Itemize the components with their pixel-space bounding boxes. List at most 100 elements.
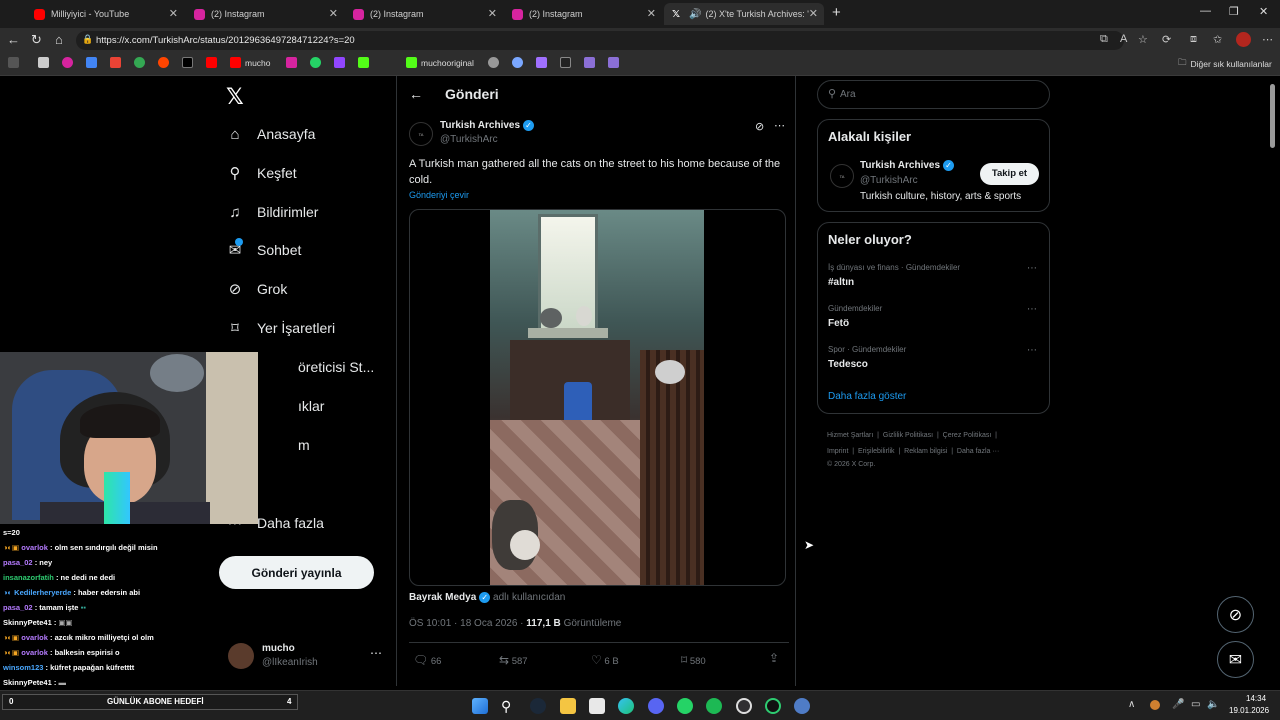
- post-button[interactable]: Gönderi yayınla: [219, 556, 374, 589]
- repost-button[interactable]: ⇆ 587: [499, 653, 528, 667]
- back-icon[interactable]: ←: [7, 32, 20, 47]
- nav-notifications[interactable]: ♫ Bildirimler: [226, 199, 318, 225]
- speaker-icon[interactable]: 🔊: [689, 9, 701, 20]
- more-icon[interactable]: ⋯: [774, 119, 785, 132]
- more-icon[interactable]: ⋯: [1027, 263, 1037, 274]
- whatsapp-icon[interactable]: [310, 57, 325, 68]
- tray-chevron-icon[interactable]: ∧: [1128, 699, 1135, 710]
- search-icon[interactable]: ⚲: [501, 698, 517, 714]
- youtube-bookmark-icon[interactable]: [206, 57, 221, 68]
- close-icon[interactable]: ✕: [488, 7, 497, 20]
- bookmark-mucho[interactable]: mucho: [230, 57, 271, 68]
- window-close-icon[interactable]: ✕: [1259, 5, 1268, 18]
- show-more-link[interactable]: Daha fazla göster: [828, 391, 906, 402]
- edge-icon[interactable]: [618, 698, 634, 714]
- chrome-icon[interactable]: [134, 57, 149, 68]
- network-icon[interactable]: ▭: [1191, 699, 1200, 710]
- bookmark-muchooriginal[interactable]: muchooriginal: [406, 57, 474, 68]
- search-input[interactable]: ⚲ Ara: [817, 80, 1050, 109]
- extensions-icon[interactable]: ⟳: [1162, 33, 1171, 46]
- close-icon[interactable]: ✕: [809, 7, 818, 20]
- tab-instagram-1[interactable]: (2) Instagram ✕: [186, 3, 344, 25]
- avatar[interactable]: TA: [830, 164, 854, 188]
- tweet-author-handle[interactable]: @TurkishArc: [440, 134, 498, 145]
- footer-line[interactable]: Imprint | Erişilebilirlik | Reklam bilgi…: [827, 444, 1052, 460]
- tab-youtube[interactable]: Milliyiyici - YouTube ✕: [26, 3, 184, 25]
- instagram-bookmark-icon[interactable]: [286, 57, 301, 68]
- more-icon[interactable]: ⋯: [370, 646, 382, 660]
- app-icon[interactable]: [765, 698, 781, 714]
- menu-dots-icon[interactable]: ⋯: [1262, 33, 1273, 46]
- read-aloud-icon[interactable]: A: [1120, 33, 1127, 45]
- nav-premium[interactable]: m: [298, 432, 310, 458]
- reddit-icon[interactable]: [158, 57, 173, 68]
- tweet-timestamp[interactable]: ÖS 10:01 · 18 Oca 2026 ·: [409, 618, 524, 629]
- steam-icon[interactable]: [530, 698, 546, 714]
- favorite-star-icon[interactable]: ☆: [1138, 33, 1148, 46]
- grok-explain-icon[interactable]: ⊘: [755, 120, 764, 133]
- trend-item[interactable]: İş dünyası ve finans · Gündemdekiler #al…: [828, 263, 1040, 295]
- trend-item[interactable]: Spor · Gündemdekiler Tedesco ⋯: [828, 345, 1040, 377]
- share-icon[interactable]: ⇪: [769, 651, 779, 665]
- profile-avatar[interactable]: [1236, 32, 1251, 47]
- page-scrollbar[interactable]: [1270, 84, 1275, 148]
- clock-time[interactable]: 14:34: [1246, 694, 1266, 703]
- new-tab-icon[interactable]: +: [832, 4, 841, 21]
- bookmark-icon-2[interactable]: [38, 57, 53, 68]
- close-icon[interactable]: ✕: [329, 7, 338, 20]
- trend-item[interactable]: Gündemdekiler Fetö ⋯: [828, 304, 1040, 336]
- translate-link[interactable]: Gönderiyi çevir: [409, 190, 469, 200]
- nav-bookmarks[interactable]: ⌑ Yer İşaretleri: [226, 315, 335, 341]
- file-explorer-icon[interactable]: [560, 698, 576, 714]
- footer-line[interactable]: Hizmet Şartları | Gizlilik Politikası | …: [827, 428, 1052, 444]
- favorites-icon[interactable]: ✩: [1213, 33, 1222, 46]
- app-icon-2[interactable]: [794, 698, 810, 714]
- bookmark-icon-f[interactable]: [608, 57, 623, 68]
- discord-icon[interactable]: [648, 698, 664, 714]
- bookmark-button[interactable]: ⌑ 580: [681, 653, 706, 667]
- follow-button[interactable]: Takip et: [980, 163, 1039, 185]
- tray-icon[interactable]: 🎤: [1172, 699, 1184, 710]
- nav-communities[interactable]: ıklar: [298, 393, 324, 419]
- related-name[interactable]: Turkish Archives ✓: [860, 160, 955, 171]
- avatar[interactable]: TA: [409, 122, 433, 146]
- gmail-icon[interactable]: [110, 57, 125, 68]
- kick-icon[interactable]: [358, 57, 373, 68]
- grok-float-button[interactable]: ⊘: [1217, 596, 1254, 633]
- messages-float-button[interactable]: ✉: [1217, 641, 1254, 678]
- tab-instagram-3[interactable]: (2) Instagram ✕: [504, 3, 662, 25]
- tray-icon[interactable]: [1150, 700, 1160, 710]
- back-arrow-icon[interactable]: ←: [409, 86, 423, 102]
- nav-grok[interactable]: ⊘ Grok: [226, 276, 288, 302]
- related-handle[interactable]: @TurkishArc: [860, 175, 918, 186]
- bookmark-icon-4[interactable]: [86, 57, 101, 68]
- tab-x-active[interactable]: 𝕏 🔊 (2) X'te Turkish Archives: "A Tu ✕: [664, 3, 824, 25]
- home-browser-icon[interactable]: ⌂: [55, 32, 63, 47]
- tab-instagram-2[interactable]: (2) Instagram ✕: [345, 3, 503, 25]
- refresh-icon[interactable]: ↻: [31, 32, 42, 48]
- split-screen-icon[interactable]: ⧉: [1100, 33, 1108, 46]
- minimize-icon[interactable]: —: [1200, 5, 1211, 17]
- x-bookmark-icon[interactable]: [182, 57, 197, 68]
- nav-messages[interactable]: ✉ Sohbet: [226, 237, 301, 263]
- notepad-icon[interactable]: [589, 698, 605, 714]
- media-source[interactable]: Bayrak Medya ✓ adlı kullanıcıdan: [409, 592, 565, 603]
- nav-home[interactable]: ⌂ Anasayfa: [226, 121, 315, 147]
- start-menu-icon[interactable]: [472, 698, 488, 714]
- obs-icon[interactable]: [736, 698, 752, 714]
- tweet-video[interactable]: [409, 209, 786, 586]
- nav-explore[interactable]: ⚲ Keşfet: [226, 160, 297, 186]
- other-favorites[interactable]: 🗀 Diğer sık kullanılanlar: [1178, 57, 1272, 71]
- more-icon[interactable]: ⋯: [1027, 345, 1037, 356]
- maximize-icon[interactable]: ❐: [1229, 5, 1239, 18]
- bookmark-icon-e[interactable]: [584, 57, 599, 68]
- reply-button[interactable]: 🗨 66: [413, 653, 441, 667]
- volume-icon[interactable]: 🔈: [1207, 699, 1219, 710]
- whatsapp-icon[interactable]: [677, 698, 693, 714]
- bookmark-icon-d[interactable]: [560, 57, 575, 68]
- clock-date[interactable]: 19.01.2026: [1229, 706, 1269, 715]
- bookmark-icon-b[interactable]: [512, 57, 527, 68]
- account-switcher[interactable]: mucho @lIkeanIrish ⋯: [226, 640, 386, 674]
- close-icon[interactable]: ✕: [169, 7, 178, 20]
- x-logo-icon[interactable]: 𝕏: [226, 84, 244, 110]
